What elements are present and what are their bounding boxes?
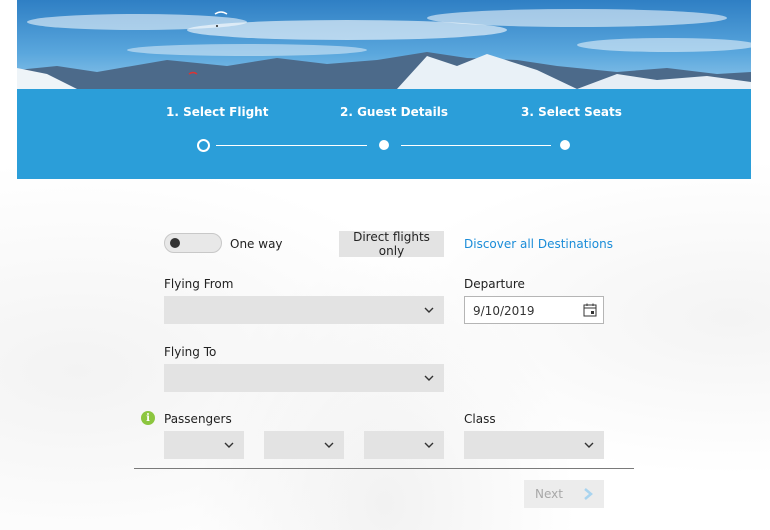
flying-from-select[interactable] [164, 296, 444, 324]
flight-search-form: One way Direct flights only Discover all… [0, 0, 770, 530]
flying-from-label: Flying From [164, 277, 234, 291]
direct-flights-button[interactable]: Direct flights only [339, 230, 444, 258]
passengers-label: Passengers [164, 412, 232, 426]
next-button[interactable]: Next [524, 480, 604, 508]
chevron-down-icon [224, 442, 234, 448]
departure-date-value: 9/10/2019 [473, 304, 535, 318]
chevron-down-icon [584, 442, 594, 448]
one-way-label: One way [230, 237, 283, 251]
toggle-knob [170, 238, 180, 248]
calendar-icon[interactable] [583, 303, 597, 317]
chevron-down-icon [324, 442, 334, 448]
chevron-down-icon [424, 307, 434, 313]
one-way-toggle[interactable] [164, 233, 222, 253]
departure-label: Departure [464, 277, 525, 291]
chevron-down-icon [424, 442, 434, 448]
passengers-infants-select[interactable] [364, 431, 444, 459]
class-label: Class [464, 412, 496, 426]
flying-to-label: Flying To [164, 345, 217, 359]
discover-destinations-link[interactable]: Discover all Destinations [464, 237, 613, 251]
info-icon[interactable]: i [141, 411, 155, 425]
next-button-label: Next [535, 487, 563, 501]
class-select[interactable] [464, 431, 604, 459]
chevron-down-icon [424, 375, 434, 381]
passengers-children-select[interactable] [264, 431, 344, 459]
form-divider [134, 468, 634, 469]
flying-to-select[interactable] [164, 364, 444, 392]
departure-date-picker[interactable]: 9/10/2019 [464, 296, 604, 324]
arrow-right-icon [584, 488, 593, 500]
passengers-adults-select[interactable] [164, 431, 244, 459]
